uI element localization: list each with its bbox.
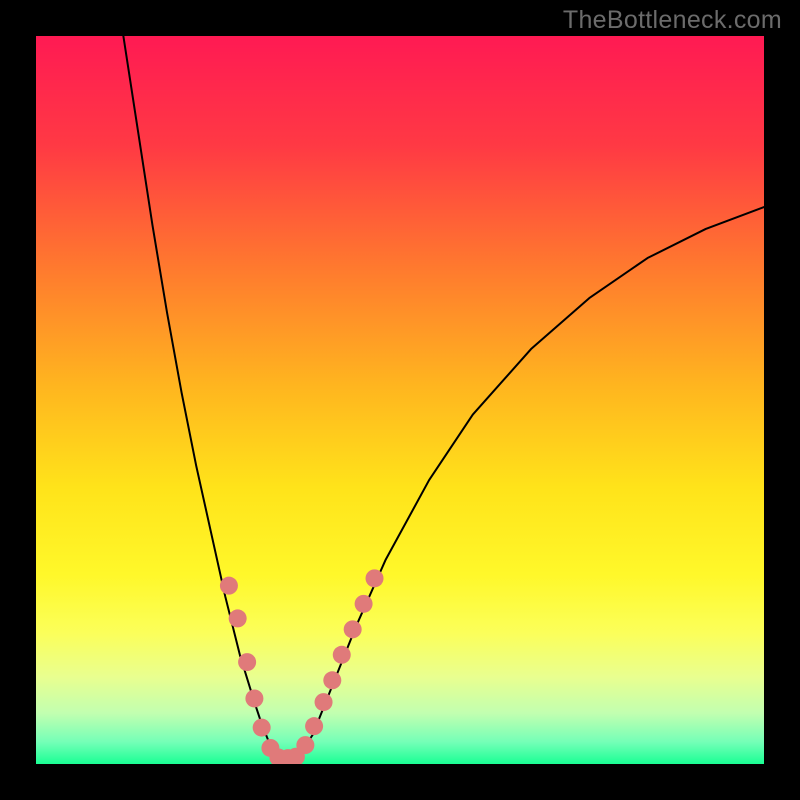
plot-area [36, 36, 764, 764]
dot-dots-right [355, 595, 373, 613]
dot-dots-right [366, 569, 384, 587]
dot-dots-left [253, 719, 271, 737]
dot-dots-right [333, 646, 351, 664]
dot-dots-right [344, 620, 362, 638]
series-left-branch [123, 36, 276, 757]
dot-dots-left [229, 609, 247, 627]
series-right-branch [298, 207, 764, 757]
dot-dots-left [238, 653, 256, 671]
dot-dots-left [220, 577, 238, 595]
dot-dots-right [315, 693, 333, 711]
dot-dots-right [305, 717, 323, 735]
watermark-text: TheBottleneck.com [563, 6, 782, 35]
chart-frame: TheBottleneck.com [0, 0, 800, 800]
dot-dots-left [245, 689, 263, 707]
chart-svg [36, 36, 764, 764]
dot-dots-right [323, 671, 341, 689]
dot-dots-right [296, 736, 314, 754]
